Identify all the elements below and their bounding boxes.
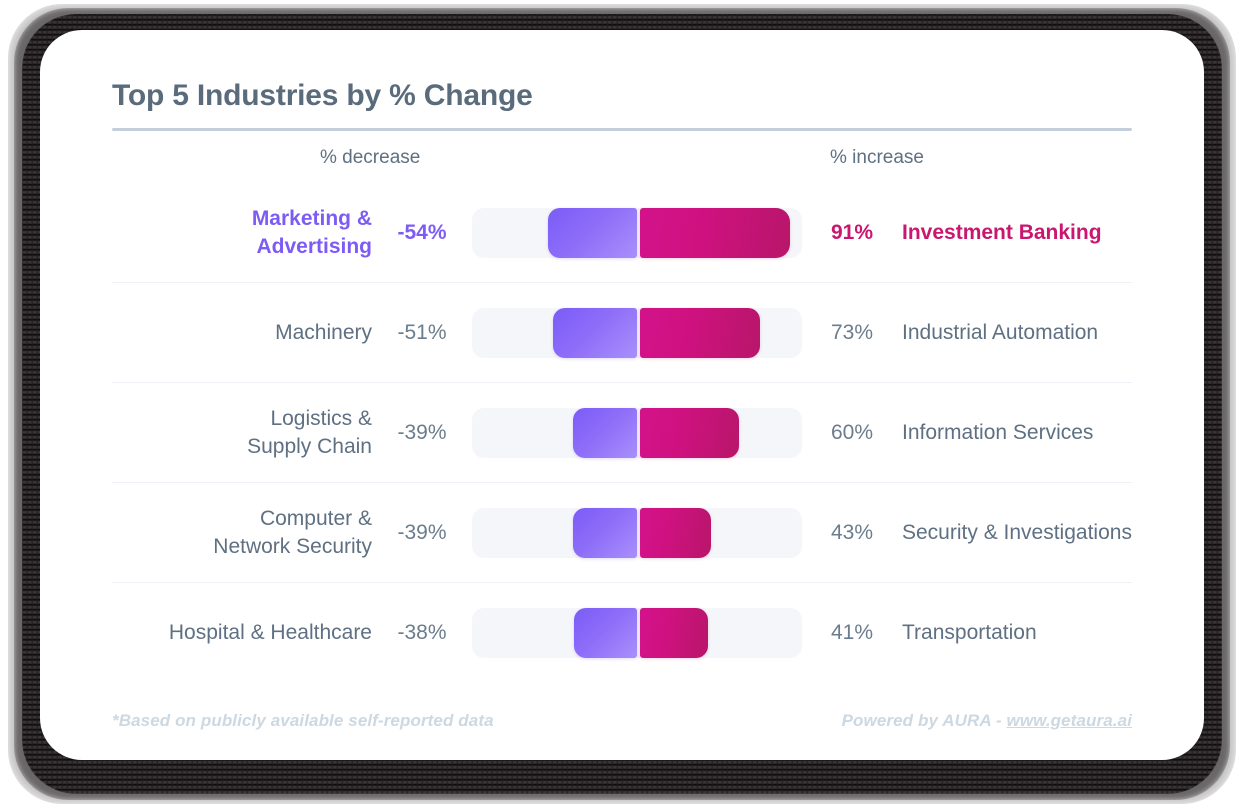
increase-bar: [640, 608, 708, 658]
increase-bar: [640, 507, 711, 558]
decrease-industry-label: Logistics & Supply Chain: [247, 406, 372, 458]
decrease-value: -38%: [397, 621, 447, 644]
increase-value: 91%: [830, 220, 874, 244]
increase-value: 60%: [830, 420, 874, 444]
axis-legend: % decrease % increase: [112, 131, 1132, 183]
increase-bar: [640, 207, 791, 258]
increase-bar: [640, 407, 739, 458]
increase-industry-label: Security & Investigations: [902, 520, 1132, 544]
decrease-bar: [574, 608, 637, 658]
decrease-industry-label: Hospital & Healthcare: [168, 621, 372, 645]
bar-pair: [472, 307, 802, 358]
increase-value: 73%: [830, 320, 874, 344]
bar-pair: [472, 407, 802, 458]
increase-industry-label: Investment Banking: [902, 220, 1102, 244]
card-content: Top 5 Industries by % Change % decrease …: [40, 64, 1204, 731]
increase-bar: [640, 307, 761, 358]
legend-increase-label: % increase: [830, 147, 924, 168]
increase-industry-label: Information Services: [902, 420, 1094, 444]
decrease-bar: [572, 507, 637, 558]
bar-pair: [472, 507, 802, 558]
increase-value: 41%: [830, 621, 874, 644]
chart-card: Top 5 Industries by % Change % decrease …: [40, 30, 1204, 760]
decrease-industry-label: Computer & Network Security: [213, 506, 372, 558]
powered-by: Powered by AURA - www.getaura.ai: [842, 711, 1132, 731]
footnote: *Based on publicly available self-report…: [112, 711, 494, 730]
card-footer: *Based on publicly available self-report…: [112, 683, 1132, 731]
increase-industry-label: Transportation: [902, 621, 1037, 645]
table-row[interactable]: Hospital & Healthcare -38% 41% Transportati…: [112, 583, 1132, 683]
increase-industry-label: Industrial Automation: [902, 320, 1099, 344]
decrease-value: -39%: [397, 520, 447, 544]
increase-value: 43%: [830, 520, 874, 544]
bar-pair: [472, 608, 802, 658]
powered-by-prefix: Powered by AURA -: [841, 711, 1007, 730]
decrease-value: -54%: [397, 220, 447, 244]
legend-decrease-label: % decrease: [320, 147, 421, 168]
decrease-bar: [552, 307, 637, 358]
bar-pair: [472, 207, 802, 258]
table-row[interactable]: Marketing & Advertising -54% 91% Investment…: [112, 183, 1132, 283]
table-row[interactable]: Computer & Network Security -39% 43% Securi…: [112, 483, 1132, 583]
screenshot-stage: Top 5 Industries by % Change % decrease …: [0, 0, 1244, 808]
decrease-value: -39%: [397, 420, 447, 444]
table-row[interactable]: Machinery -51% 73% Industrial Automation: [112, 283, 1132, 383]
bar-track: [472, 407, 802, 458]
aura-url-link[interactable]: www.getaura.ai: [1007, 711, 1132, 730]
decrease-bar: [547, 207, 637, 258]
chart-rows: Marketing & Advertising -54% 91% Investment…: [112, 183, 1132, 683]
page-title: Top 5 Industries by % Change: [112, 79, 533, 112]
decrease-bar: [572, 407, 637, 458]
bar-track: [472, 507, 802, 558]
decrease-industry-label: Marketing & Advertising: [251, 206, 372, 258]
table-row[interactable]: Logistics & Supply Chain -39% 60% Informati…: [112, 383, 1132, 483]
decrease-value: -51%: [397, 320, 447, 344]
decrease-industry-label: Machinery: [275, 320, 372, 344]
bar-track: [472, 608, 802, 658]
